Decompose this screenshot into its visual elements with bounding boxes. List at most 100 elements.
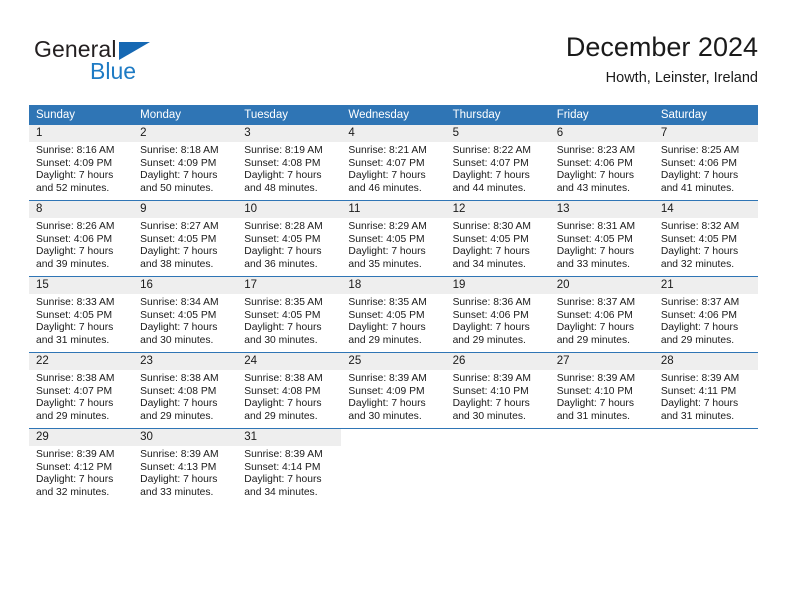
day-cell-inner: 1 Sunrise: 8:16 AM Sunset: 4:09 PM Dayli… xyxy=(29,125,134,200)
calendar-day-cell[interactable]: 4 Sunrise: 8:21 AM Sunset: 4:07 PM Dayli… xyxy=(341,125,446,201)
calendar-day-cell[interactable]: 26 Sunrise: 8:39 AM Sunset: 4:10 PM Dayl… xyxy=(445,352,550,429)
calendar-day-cell[interactable]: 22 Sunrise: 8:38 AM Sunset: 4:07 PM Dayl… xyxy=(29,352,134,429)
daylight-text-line1: Daylight: 7 hours xyxy=(36,398,114,410)
calendar-day-cell[interactable]: 21 Sunrise: 8:37 AM Sunset: 4:06 PM Dayl… xyxy=(653,276,758,353)
page-header: General Blue December 2024 Howth, Leinst… xyxy=(0,0,792,100)
calendar-day-cell[interactable]: 23 Sunrise: 8:38 AM Sunset: 4:08 PM Dayl… xyxy=(133,352,238,429)
calendar-day-cell[interactable]: 14 Sunrise: 8:32 AM Sunset: 4:05 PM Dayl… xyxy=(653,200,758,277)
calendar-day-cell[interactable]: 7 Sunrise: 8:25 AM Sunset: 4:06 PM Dayli… xyxy=(653,125,758,201)
sunset-text: Sunset: 4:06 PM xyxy=(452,309,529,321)
day-cell-inner: 27 Sunrise: 8:39 AM Sunset: 4:10 PM Dayl… xyxy=(549,353,654,428)
title-block: December 2024 Howth, Leinster, Ireland xyxy=(566,30,758,89)
day-number: 4 xyxy=(341,125,446,142)
daylight-text-line2: and 31 minutes. xyxy=(556,410,630,422)
daylight-text-line1: Daylight: 7 hours xyxy=(244,170,322,182)
calendar-day-cell[interactable]: 17 Sunrise: 8:35 AM Sunset: 4:05 PM Dayl… xyxy=(237,276,342,353)
day-number: 11 xyxy=(341,201,446,218)
sunrise-text: Sunrise: 8:32 AM xyxy=(660,221,740,232)
day-cell-inner: 2 Sunrise: 8:18 AM Sunset: 4:09 PM Dayli… xyxy=(133,125,238,200)
day-number xyxy=(341,429,445,446)
day-details: Sunrise: 8:22 AM Sunset: 4:07 PM Dayligh… xyxy=(446,142,550,195)
day-number: 16 xyxy=(133,277,238,294)
calendar-day-cell[interactable]: 24 Sunrise: 8:38 AM Sunset: 4:08 PM Dayl… xyxy=(237,352,342,429)
sunrise-text: Sunrise: 8:38 AM xyxy=(36,373,115,384)
daylight-text-line2: and 29 minutes. xyxy=(660,334,735,346)
calendar-day-cell[interactable]: 10 Sunrise: 8:28 AM Sunset: 4:05 PM Dayl… xyxy=(237,200,342,277)
daylight-text-line1: Daylight: 7 hours xyxy=(244,398,322,410)
day-details: Sunrise: 8:16 AM Sunset: 4:09 PM Dayligh… xyxy=(29,142,133,195)
calendar-day-cell[interactable]: 3 Sunrise: 8:19 AM Sunset: 4:08 PM Dayli… xyxy=(237,125,342,201)
daylight-text-line2: and 32 minutes. xyxy=(660,258,735,270)
calendar-day-cell[interactable]: 20 Sunrise: 8:37 AM Sunset: 4:06 PM Dayl… xyxy=(549,276,654,353)
day-number: 7 xyxy=(653,125,758,142)
sunset-text: Sunset: 4:07 PM xyxy=(348,157,425,169)
weekday-header-thursday: Thursday xyxy=(445,105,550,125)
calendar-day-cell[interactable]: 8 Sunrise: 8:26 AM Sunset: 4:06 PM Dayli… xyxy=(29,200,134,277)
sunset-text: Sunset: 4:05 PM xyxy=(244,233,321,245)
sunset-text: Sunset: 4:09 PM xyxy=(36,157,113,169)
day-cell-inner: 19 Sunrise: 8:36 AM Sunset: 4:06 PM Dayl… xyxy=(445,277,550,352)
calendar-day-cell[interactable]: 13 Sunrise: 8:31 AM Sunset: 4:05 PM Dayl… xyxy=(549,200,654,277)
daylight-text-line2: and 52 minutes. xyxy=(36,182,110,194)
calendar-day-cell[interactable]: 27 Sunrise: 8:39 AM Sunset: 4:10 PM Dayl… xyxy=(549,352,654,429)
calendar-day-cell[interactable]: 31 Sunrise: 8:39 AM Sunset: 4:14 PM Dayl… xyxy=(237,428,342,504)
day-number: 2 xyxy=(133,125,238,142)
daylight-text-line1: Daylight: 7 hours xyxy=(36,246,114,258)
generalblue-logo[interactable]: General Blue xyxy=(34,36,234,88)
day-cell-inner: 14 Sunrise: 8:32 AM Sunset: 4:05 PM Dayl… xyxy=(653,201,758,276)
day-cell-inner: 21 Sunrise: 8:37 AM Sunset: 4:06 PM Dayl… xyxy=(653,277,758,352)
sunrise-text: Sunrise: 8:38 AM xyxy=(244,373,323,384)
calendar-day-cell[interactable]: 28 Sunrise: 8:39 AM Sunset: 4:11 PM Dayl… xyxy=(653,352,758,429)
day-details: Sunrise: 8:39 AM Sunset: 4:12 PM Dayligh… xyxy=(29,446,133,499)
day-details: Sunrise: 8:25 AM Sunset: 4:06 PM Dayligh… xyxy=(654,142,758,195)
daylight-text-line1: Daylight: 7 hours xyxy=(140,246,218,258)
daylight-text-line1: Daylight: 7 hours xyxy=(452,246,530,258)
sunset-text: Sunset: 4:06 PM xyxy=(660,309,737,321)
day-details: Sunrise: 8:39 AM Sunset: 4:14 PM Dayligh… xyxy=(237,446,341,499)
daylight-text-line2: and 30 minutes. xyxy=(348,410,422,422)
calendar-day-cell[interactable]: 29 Sunrise: 8:39 AM Sunset: 4:12 PM Dayl… xyxy=(29,428,134,504)
day-details: Sunrise: 8:23 AM Sunset: 4:06 PM Dayligh… xyxy=(550,142,654,195)
day-cell-inner: 11 Sunrise: 8:29 AM Sunset: 4:05 PM Dayl… xyxy=(341,201,446,276)
daylight-text-line2: and 30 minutes. xyxy=(140,334,214,346)
day-cell-inner: 8 Sunrise: 8:26 AM Sunset: 4:06 PM Dayli… xyxy=(29,201,134,276)
sunrise-text: Sunrise: 8:28 AM xyxy=(244,221,323,232)
daylight-text-line1: Daylight: 7 hours xyxy=(244,474,322,486)
calendar-day-cell-empty xyxy=(445,428,550,504)
calendar-day-cell[interactable]: 18 Sunrise: 8:35 AM Sunset: 4:05 PM Dayl… xyxy=(341,276,446,353)
sunset-text: Sunset: 4:05 PM xyxy=(556,233,633,245)
calendar-day-cell[interactable]: 25 Sunrise: 8:39 AM Sunset: 4:09 PM Dayl… xyxy=(341,352,446,429)
calendar-day-cell[interactable]: 12 Sunrise: 8:30 AM Sunset: 4:05 PM Dayl… xyxy=(445,200,550,277)
calendar-day-cell[interactable]: 19 Sunrise: 8:36 AM Sunset: 4:06 PM Dayl… xyxy=(445,276,550,353)
day-cell-inner: 10 Sunrise: 8:28 AM Sunset: 4:05 PM Dayl… xyxy=(237,201,342,276)
calendar-day-cell[interactable]: 6 Sunrise: 8:23 AM Sunset: 4:06 PM Dayli… xyxy=(549,125,654,201)
calendar-day-cell[interactable]: 15 Sunrise: 8:33 AM Sunset: 4:05 PM Dayl… xyxy=(29,276,134,353)
daylight-text-line1: Daylight: 7 hours xyxy=(36,170,114,182)
calendar-day-cell[interactable]: 11 Sunrise: 8:29 AM Sunset: 4:05 PM Dayl… xyxy=(341,200,446,277)
daylight-text-line2: and 35 minutes. xyxy=(348,258,422,270)
day-number: 13 xyxy=(549,201,654,218)
day-details: Sunrise: 8:18 AM Sunset: 4:09 PM Dayligh… xyxy=(133,142,237,195)
calendar-day-cell[interactable]: 9 Sunrise: 8:27 AM Sunset: 4:05 PM Dayli… xyxy=(133,200,238,277)
calendar-day-cell[interactable]: 2 Sunrise: 8:18 AM Sunset: 4:09 PM Dayli… xyxy=(133,125,238,201)
calendar-day-cell[interactable]: 30 Sunrise: 8:39 AM Sunset: 4:13 PM Dayl… xyxy=(133,428,238,504)
calendar-day-cell[interactable]: 16 Sunrise: 8:34 AM Sunset: 4:05 PM Dayl… xyxy=(133,276,238,353)
daylight-text-line1: Daylight: 7 hours xyxy=(140,398,218,410)
day-number: 30 xyxy=(133,429,238,446)
day-details: Sunrise: 8:35 AM Sunset: 4:05 PM Dayligh… xyxy=(341,294,445,347)
calendar-page: General Blue December 2024 Howth, Leinst… xyxy=(0,0,792,612)
sunrise-text: Sunrise: 8:26 AM xyxy=(36,221,115,232)
sunset-text: Sunset: 4:05 PM xyxy=(140,233,217,245)
day-number: 26 xyxy=(445,353,550,370)
sunrise-text: Sunrise: 8:16 AM xyxy=(36,145,115,156)
sunrise-text: Sunrise: 8:30 AM xyxy=(452,221,531,232)
sunrise-text: Sunrise: 8:39 AM xyxy=(36,449,115,460)
daylight-text-line2: and 29 minutes. xyxy=(140,410,214,422)
day-number: 8 xyxy=(29,201,134,218)
sunset-text: Sunset: 4:06 PM xyxy=(556,157,633,169)
calendar-day-cell[interactable]: 1 Sunrise: 8:16 AM Sunset: 4:09 PM Dayli… xyxy=(29,125,134,201)
sunset-text: Sunset: 4:12 PM xyxy=(36,461,113,473)
calendar-day-cell[interactable]: 5 Sunrise: 8:22 AM Sunset: 4:07 PM Dayli… xyxy=(445,125,550,201)
day-cell-inner xyxy=(550,429,654,504)
day-number: 22 xyxy=(29,353,134,370)
